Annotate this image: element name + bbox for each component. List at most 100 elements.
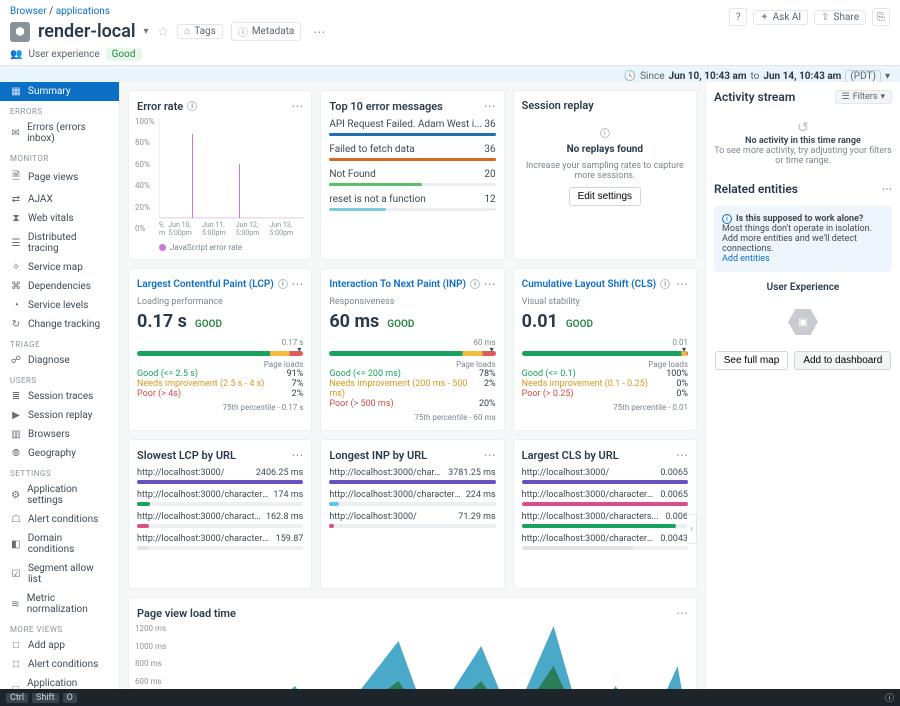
metric-icon: ≋ bbox=[10, 599, 21, 610]
more-icon[interactable]: ⋯ bbox=[309, 25, 329, 39]
card-error-rate: Error ratei⋯ 100%80%60%40%20%0% 9, mJun … bbox=[128, 90, 312, 260]
url-row[interactable]: http://localhost:3000/characters...0.006 bbox=[522, 512, 688, 528]
sidebar-item-diagnose[interactable]: ☍Diagnose bbox=[0, 351, 119, 370]
lcp-threshold-bar bbox=[137, 351, 303, 356]
ask-ai-button[interactable]: ✦Ask AI bbox=[753, 10, 808, 25]
card-menu-icon[interactable]: ⋯ bbox=[484, 448, 496, 462]
info-icon[interactable]: i bbox=[187, 101, 197, 111]
status-bar: Ctrl Shift O ⓘ bbox=[0, 689, 900, 706]
share-icon: ⇪ bbox=[821, 12, 829, 23]
sidebar-item-alert-conditions-2[interactable]: □Alert conditions bbox=[0, 655, 119, 674]
card-menu-icon[interactable]: ⋯ bbox=[484, 277, 496, 291]
entity-hex-icon[interactable]: ▣ bbox=[788, 309, 818, 335]
sidebar-item-ajax[interactable]: ⇄AJAX bbox=[0, 190, 119, 209]
card-menu-icon[interactable]: ⋯ bbox=[882, 184, 892, 195]
expand-handle[interactable]: › bbox=[687, 514, 697, 544]
share-button[interactable]: ⇪Share bbox=[814, 10, 866, 25]
lcp-link[interactable]: Largest Contentful Paint (LCP) bbox=[137, 279, 274, 290]
chevron-down-icon[interactable]: ▾ bbox=[144, 26, 149, 37]
related-infobox: iIs this supposed to work alone? Most th… bbox=[714, 206, 892, 272]
sidebar-item-metric-norm[interactable]: ≋Metric normalization bbox=[0, 589, 119, 619]
sidebar-item-errors-inbox[interactable]: ✉Errors (errors inbox) bbox=[0, 118, 119, 148]
filters-button[interactable]: ☰Filters▾ bbox=[835, 90, 892, 104]
edit-settings-button[interactable]: Edit settings bbox=[569, 187, 641, 206]
url-row[interactable]: http://localhost:3000/2406.25 ms bbox=[137, 468, 303, 484]
error-msg-row[interactable]: reset is not a function12 bbox=[329, 194, 495, 211]
sidebar-item-page-views[interactable]: 🗎Page views bbox=[0, 165, 119, 190]
sidebar-item-web-vitals[interactable]: ⧗Web vitals bbox=[0, 209, 119, 228]
sidebar-item-add-app[interactable]: □Add app bbox=[0, 636, 119, 655]
tag-icon: ⌂ bbox=[184, 26, 190, 37]
sidebar-item-alert-conditions[interactable]: ☖Alert conditions bbox=[0, 510, 119, 529]
metadata-pill[interactable]: ⓘMetadata bbox=[231, 22, 302, 41]
status-info-icon[interactable]: ⓘ bbox=[885, 691, 894, 704]
url-row[interactable]: http://localhost:3000/characters...224 m… bbox=[329, 490, 495, 506]
grid-icon: ▦ bbox=[10, 86, 22, 97]
card-slow-lcp: Slowest LCP by URL⋯ http://localhost:300… bbox=[128, 439, 312, 589]
sidebar-item-summary[interactable]: ▦Summary bbox=[0, 82, 119, 101]
add-to-dashboard-button[interactable]: Add to dashboard bbox=[794, 351, 891, 370]
info-icon[interactable]: i bbox=[278, 279, 288, 289]
y-axis: 100%80%60%40%20%0% bbox=[135, 117, 154, 233]
sidebar-item-service-map[interactable]: ✧Service map bbox=[0, 258, 119, 277]
sidebar-item-app-settings-2[interactable]: □Application settings bbox=[0, 674, 119, 689]
card-inp: Interaction To Next Paint (INP)i⋯ Respon… bbox=[320, 268, 504, 431]
sidebar-item-session-traces[interactable]: ≣Session traces bbox=[0, 387, 119, 406]
url-row[interactable]: http://localhost:3000/characters...3781.… bbox=[329, 468, 495, 484]
clock-icon: 🕓 bbox=[624, 71, 636, 82]
see-full-map-button[interactable]: See full map bbox=[715, 351, 789, 370]
refresh-icon: ↻ bbox=[10, 319, 22, 330]
activity-header: Activity stream ☰Filters▾ bbox=[714, 90, 892, 104]
card-menu-icon[interactable]: ⋯ bbox=[291, 277, 303, 291]
related-header: Related entities ⋯ bbox=[714, 182, 892, 196]
link-icon[interactable]: ⎘ bbox=[872, 8, 890, 26]
error-msg-row[interactable]: Failed to fetch data36 bbox=[329, 144, 495, 161]
url-row[interactable]: http://localhost:3000/characters...159.8… bbox=[137, 534, 303, 550]
card-menu-icon[interactable]: ⋯ bbox=[291, 448, 303, 462]
domain-icon: ◧ bbox=[10, 539, 22, 550]
url-row[interactable]: http://localhost:3000/characters...0.004… bbox=[522, 534, 688, 550]
url-row[interactable]: http://localhost:3000/characters...174 m… bbox=[137, 490, 303, 506]
info-icon[interactable]: i bbox=[660, 279, 670, 289]
card-menu-icon[interactable]: ⋯ bbox=[676, 277, 688, 291]
users-icon: 👥 bbox=[10, 49, 22, 60]
url-row[interactable]: http://localhost:3000/characters...162.8… bbox=[137, 512, 303, 528]
sidebar-item-service-levels[interactable]: ◔Service levels bbox=[0, 296, 119, 315]
card-menu-icon[interactable]: ⋯ bbox=[291, 99, 303, 113]
info-icon[interactable]: i bbox=[470, 279, 480, 289]
crumb-browser[interactable]: Browser bbox=[10, 6, 47, 17]
sidebar-item-dependencies[interactable]: ⌘Dependencies bbox=[0, 277, 119, 296]
pulse-icon: ⧗ bbox=[10, 213, 22, 224]
plus-icon: □ bbox=[10, 640, 22, 651]
star-icon[interactable]: ☆ bbox=[157, 24, 170, 40]
chevron-down-icon[interactable]: ▾ bbox=[885, 71, 890, 82]
sidebar-item-dist-tracing[interactable]: ☰Distributed tracing bbox=[0, 228, 119, 258]
tags-pill[interactable]: ⌂Tags bbox=[177, 24, 223, 39]
card-load-time: Page view load time⋯ 1200 ms1000 ms800 m… bbox=[128, 597, 697, 689]
related-ux-label: User Experience bbox=[714, 282, 892, 293]
url-row[interactable]: http://localhost:3000/71.29 ms bbox=[329, 512, 495, 528]
card-lcp: Largest Contentful Paint (LCP)i⋯ Loading… bbox=[128, 268, 312, 431]
crumb-applications[interactable]: applications bbox=[56, 6, 110, 17]
error-msg-row[interactable]: API Request Failed. Adam West i...36 bbox=[329, 119, 495, 136]
help-icon[interactable]: ? bbox=[729, 8, 747, 26]
add-entities-link[interactable]: Add entities bbox=[722, 254, 770, 264]
cls-link[interactable]: Cumulative Layout Shift (CLS) bbox=[522, 279, 657, 290]
sidebar-item-browsers[interactable]: ▥Browsers bbox=[0, 425, 119, 444]
sidebar-item-change-tracking[interactable]: ↻Change tracking bbox=[0, 315, 119, 334]
inp-link[interactable]: Interaction To Next Paint (INP) bbox=[329, 279, 466, 290]
sidebar-item-geography[interactable]: ⦾Geography bbox=[0, 444, 119, 463]
error-rate-plot bbox=[159, 119, 303, 219]
sidebar-item-segment-allow[interactable]: ☑Segment allow list bbox=[0, 559, 119, 589]
sidebar-item-app-settings[interactable]: ⚙Application settings bbox=[0, 480, 119, 510]
error-msg-row[interactable]: Not Found20 bbox=[329, 169, 495, 186]
gear-icon: ⚙ bbox=[10, 490, 21, 501]
url-row[interactable]: http://localhost:3000/characters...0.006… bbox=[522, 490, 688, 506]
card-menu-icon[interactable]: ⋯ bbox=[676, 448, 688, 462]
sidebar-item-session-replay[interactable]: ▶Session replay bbox=[0, 406, 119, 425]
card-long-inp: Longest INP by URL⋯ http://localhost:300… bbox=[320, 439, 504, 589]
card-menu-icon[interactable]: ⋯ bbox=[676, 606, 688, 620]
url-row[interactable]: http://localhost:3000/0.0065 bbox=[522, 468, 688, 484]
sidebar-item-domain-conditions[interactable]: ◧Domain conditions bbox=[0, 529, 119, 559]
card-menu-icon[interactable]: ⋯ bbox=[484, 99, 496, 113]
